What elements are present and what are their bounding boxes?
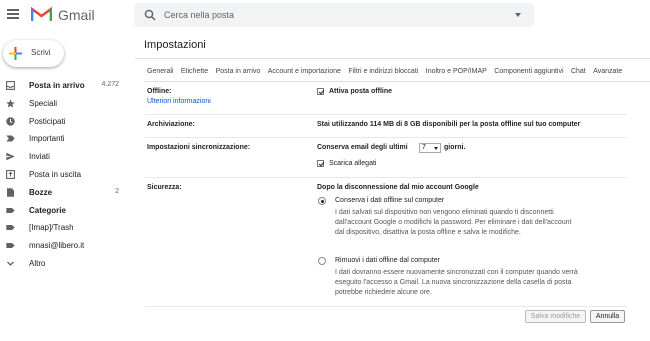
remove-offline-data-description: I dati dovranno essere nuovamente sincro… (335, 269, 578, 297)
tab-forwarding[interactable]: Inoltro e POP/IMAP (426, 68, 487, 75)
cancel-button[interactable]: Annulla (590, 310, 625, 323)
sidebar-item-label: mnasi@libero.it (29, 241, 85, 251)
enable-offline-checkbox[interactable] (317, 88, 324, 95)
tab-general[interactable]: Generali (147, 68, 173, 75)
sidebar-item-drafts[interactable]: Bozze 2 (0, 184, 125, 202)
keep-offline-data-description: I dati salvati sul dispositivo non vengo… (335, 209, 572, 237)
divider (145, 81, 650, 82)
sidebar-item-label: Posta in arrivo (29, 81, 85, 90)
offline-label: Offline: (147, 88, 172, 95)
sidebar-item-sent[interactable]: Inviati (0, 148, 125, 166)
divider (145, 177, 627, 178)
search-input[interactable] (164, 7, 484, 23)
settings-tabs: Generali Etichette Posta in arrivo Accou… (147, 66, 627, 75)
divider (145, 306, 627, 307)
sidebar-item-categories[interactable]: Categorie (0, 202, 125, 220)
download-attachments-checkbox[interactable] (317, 160, 324, 167)
tab-accounts[interactable]: Account e importazione (268, 68, 341, 75)
sidebar-item-label: Posta in uscita (29, 169, 82, 179)
security-heading: Dopo la disconnessione dal mio account G… (317, 184, 479, 191)
keep-offline-data-radio[interactable] (318, 197, 326, 205)
chevron-down-icon (434, 147, 438, 150)
compose-label: Scrivi (31, 48, 51, 57)
sync-label: Impostazioni sincronizzazione: (147, 144, 251, 151)
sidebar-item-label: Bozze (29, 187, 53, 197)
download-attachments-label: Scarica allegati (329, 160, 377, 167)
sync-days-select[interactable]: 7 (419, 143, 441, 153)
label-icon (6, 207, 15, 213)
sidebar-item-label: Speciali (29, 98, 58, 108)
storage-label: Archiviazione: (147, 121, 195, 128)
send-icon (6, 152, 15, 161)
tab-chat[interactable]: Chat (571, 68, 586, 75)
tab-labels[interactable]: Etichette (181, 68, 208, 75)
sidebar-item-important[interactable]: Importanti (0, 130, 125, 148)
page-title: Impostazioni (144, 39, 206, 51)
save-changes-button[interactable]: Salva modifiche (525, 310, 586, 323)
gmail-logo-icon[interactable] (31, 7, 52, 22)
main-menu-icon[interactable] (7, 9, 19, 21)
star-icon (6, 99, 15, 108)
draft-icon (7, 188, 14, 197)
security-label: Sicurezza: (147, 184, 182, 191)
sidebar-item-outbox[interactable]: Posta in uscita (0, 166, 125, 184)
sidebar-item-label: Importanti (29, 134, 65, 144)
sidebar-item-label: Altro (29, 258, 46, 268)
top-bar: Gmail (0, 0, 650, 32)
sidebar-item-more[interactable]: Altro (0, 255, 125, 273)
sidebar-item-imap-trash[interactable]: [Imap]/Trash (0, 219, 125, 237)
search-options-icon[interactable] (515, 13, 521, 17)
sidebar-item-label: Categorie (29, 205, 66, 215)
sidebar-nav: Posta in arrivo 4.272 Speciali Posticipa… (0, 77, 125, 273)
tab-addons[interactable]: Componenti aggiuntivi (494, 68, 563, 75)
learn-more-link[interactable]: Ulteriori informazioni (147, 98, 211, 105)
keep-offline-data-label: Conserva i dati offline sul computer (335, 197, 445, 204)
sync-prefix: Conserva email degli ultimi (317, 144, 408, 151)
tab-advanced[interactable]: Avanzate (593, 68, 622, 75)
divider (145, 137, 627, 138)
sidebar-item-snoozed[interactable]: Posticipati (0, 113, 125, 131)
label-icon (6, 243, 15, 249)
important-icon (6, 135, 15, 142)
sidebar-item-inbox[interactable]: Posta in arrivo 4.272 (0, 77, 125, 95)
storage-text: Stai utilizzando 114 MB di 8 GB disponib… (317, 121, 581, 128)
tab-inbox[interactable]: Posta in arrivo (216, 68, 261, 75)
sidebar-item-libero[interactable]: mnasi@libero.it (0, 237, 125, 255)
remove-offline-data-label: Rimuovi i dati offline dal computer (335, 257, 440, 264)
divider (135, 58, 650, 59)
plus-icon (9, 47, 22, 60)
search-bar[interactable] (134, 3, 534, 27)
label-icon (6, 225, 15, 231)
compose-button[interactable]: Scrivi (3, 40, 64, 67)
sidebar-item-starred[interactable]: Speciali (0, 95, 125, 113)
outbox-icon (6, 170, 15, 179)
app-name: Gmail (58, 7, 95, 23)
enable-offline-label: Attiva posta offline (329, 88, 393, 95)
remove-offline-data-radio[interactable] (318, 257, 326, 265)
search-icon[interactable] (144, 9, 156, 21)
unread-count: 4.272 (101, 81, 119, 88)
inbox-icon (6, 81, 15, 90)
divider (145, 114, 627, 115)
tab-filters[interactable]: Filtri e indirizzi bloccati (348, 68, 418, 75)
sidebar-item-label: Inviati (29, 152, 50, 162)
sidebar-item-label: Posticipati (29, 116, 66, 126)
clock-icon (6, 116, 15, 126)
sidebar-item-label: [Imap]/Trash (29, 223, 74, 233)
draft-count: 2 (115, 187, 119, 195)
sync-days-value: 7 (422, 144, 426, 151)
chevron-down-icon (7, 261, 14, 266)
sync-suffix: giorni. (444, 144, 466, 151)
